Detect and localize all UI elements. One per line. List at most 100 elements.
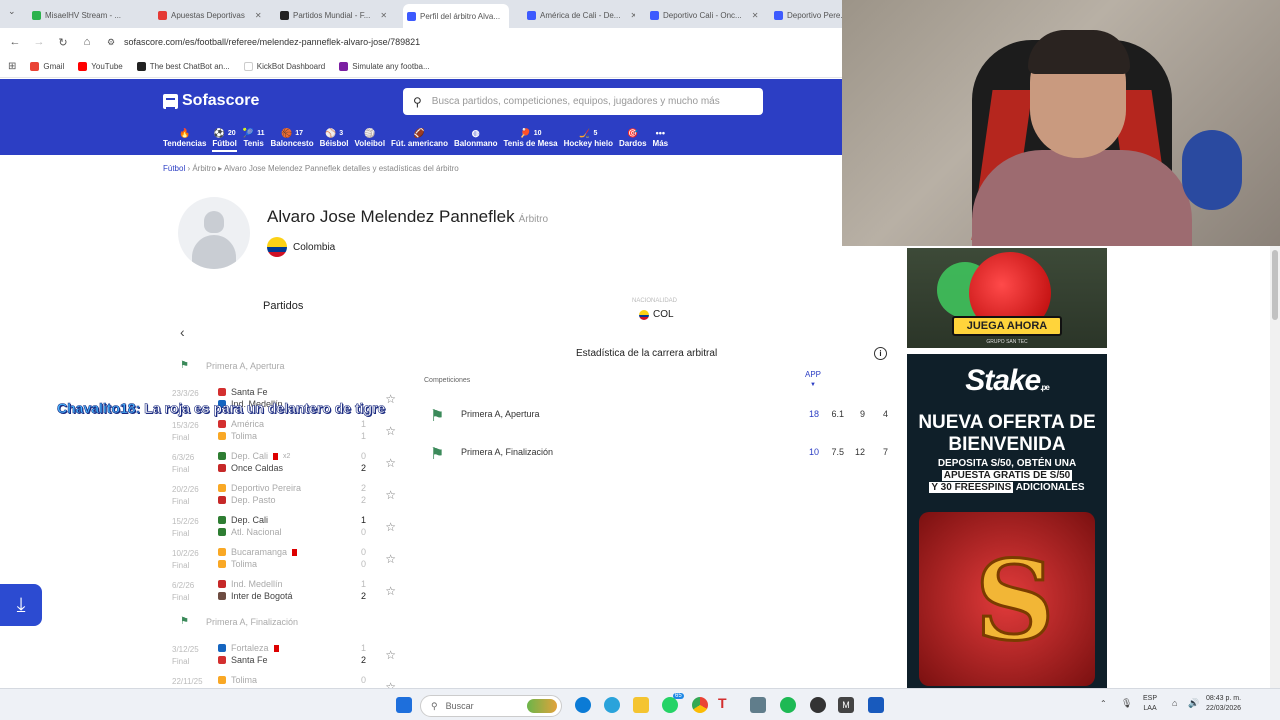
breadcrumb-futbol[interactable]: Fútbol: [163, 164, 185, 173]
volume-icon[interactable]: 🔊: [1188, 698, 1199, 709]
favorite-star-icon[interactable]: ☆: [385, 520, 396, 534]
back-arrow-icon[interactable]: ←: [6, 33, 24, 51]
webcam-overlay: [842, 0, 1280, 246]
file-explorer-icon[interactable]: [633, 697, 649, 713]
chrome-icon[interactable]: [692, 697, 708, 713]
match-row[interactable]: 15/2/26 Final Dep. Cali Atl. Nacional 10 …: [166, 514, 396, 546]
referee-country[interactable]: Colombia: [267, 237, 335, 257]
breadcrumb-arbitro[interactable]: Árbitro: [192, 164, 216, 173]
whatsapp-icon[interactable]: [662, 697, 678, 713]
reload-icon[interactable]: ↻: [54, 33, 72, 51]
favorite-star-icon[interactable]: ☆: [385, 648, 396, 662]
team-crest-icon: [218, 516, 226, 524]
sport-tab-hockey-hielo[interactable]: 🏒 5 Hockey hielo: [561, 127, 616, 149]
tab-close-icon[interactable]: ✕: [380, 11, 387, 20]
team-crest-icon: [218, 464, 226, 472]
bookmark-simulate[interactable]: Simulate any footba...: [339, 62, 430, 71]
favorite-star-icon[interactable]: ☆: [385, 552, 396, 566]
sport-tab-tenis-de-mesa[interactable]: 🏓 10 Tenis de Mesa: [501, 127, 561, 149]
forward-arrow-icon[interactable]: →: [30, 33, 48, 51]
match-row[interactable]: 6/2/26 Final Ind. Medellín Inter de Bogot…: [166, 578, 396, 610]
sport-tab-voleibol[interactable]: 🏐 Voleibol: [352, 127, 389, 149]
taskbar-search[interactable]: ⚲ Buscar: [420, 695, 562, 717]
league-logo-icon: ⚑: [180, 616, 189, 627]
calculator-icon[interactable]: [750, 697, 766, 713]
spotify-icon[interactable]: [780, 697, 796, 713]
browser-tab-active[interactable]: Perfil del árbitro Alva...✕: [403, 4, 509, 28]
favorite-star-icon[interactable]: ☆: [385, 584, 396, 598]
tab-close-icon[interactable]: ✕: [752, 11, 759, 20]
browser-tab[interactable]: Partidos Mundial - F... ✕: [280, 6, 388, 24]
sport-tab-balonmano[interactable]: ◍ Balonmano: [451, 127, 501, 149]
url-field[interactable]: sofascore.com/es/football/referee/melend…: [124, 37, 420, 47]
network-icon[interactable]: ⌂: [1172, 698, 1177, 708]
scrollbar-thumb[interactable]: [1272, 250, 1278, 320]
language-indicator[interactable]: ESP LAA: [1143, 694, 1157, 714]
obs-icon[interactable]: [810, 697, 826, 713]
edge-icon[interactable]: [575, 697, 591, 713]
download-button[interactable]: ⤓: [0, 584, 42, 626]
sport-tab-baloncesto[interactable]: 🏀 17 Baloncesto: [267, 127, 316, 149]
competition-header[interactable]: ⚑ Primera A, Apertura: [180, 360, 285, 372]
search-box[interactable]: ⚲ Busca partidos, competiciones, equipos…: [403, 88, 763, 115]
match-row[interactable]: 6/3/26 Final Dep. Cali x2 Once Caldas 0 2 ☆: [166, 450, 396, 482]
sport-tab-mas[interactable]: ••• Más: [650, 127, 672, 148]
favorite-star-icon[interactable]: ☆: [385, 456, 396, 470]
bookmark-chatbot[interactable]: The best ChatBot an...: [136, 62, 230, 71]
browser-tab[interactable]: Deportivo Pere...: [774, 6, 842, 24]
home-icon[interactable]: ⌂: [78, 33, 96, 51]
tray-chevron-icon[interactable]: ⌃: [1100, 699, 1107, 708]
browser-tab[interactable]: Apuestas Deportivas ✕: [158, 6, 266, 24]
sport-tab-tenis[interactable]: 🎾 11 Tenis: [240, 127, 268, 149]
sport-tab-futbol[interactable]: ⚽ 20 Fútbol: [209, 127, 239, 152]
favorite-star-icon[interactable]: ☆: [385, 424, 396, 438]
favorite-star-icon[interactable]: ☆: [385, 680, 396, 688]
apps-grid-icon[interactable]: ⊞: [8, 61, 16, 72]
ad-body-highlight: APUESTA GRATIS DE S/50: [941, 470, 1073, 481]
tab-close-icon[interactable]: ✕: [255, 11, 262, 20]
browser-tab[interactable]: MisaelHV Stream - ...: [32, 6, 142, 24]
match-row[interactable]: 10/2/26 Final Bucaramanga Tolima 0 0 ☆: [166, 546, 396, 578]
bookmark-youtube[interactable]: YouTube: [78, 62, 123, 71]
ad-banner-stake[interactable]: Stake.pe NUEVA OFERTA DE BIENVENIDA DEPO…: [907, 354, 1107, 688]
sport-tab-tendencias[interactable]: 🔥 Tendencias: [160, 127, 209, 149]
word-icon[interactable]: [868, 697, 884, 713]
match-row[interactable]: 3/12/25 Final Fortaleza Santa Fe 1 2 ☆: [166, 642, 396, 674]
sofascore-logo-icon: [163, 93, 178, 109]
microphone-icon[interactable]: 🎙: [1121, 698, 1132, 709]
match-row[interactable]: 22/11/25 Tolima 0 ☆: [166, 674, 396, 688]
windows-start-icon[interactable]: [396, 697, 412, 713]
soccer-ball-icon: ⚽: [213, 127, 225, 138]
telegram-icon[interactable]: [604, 697, 620, 713]
app-m-icon[interactable]: M: [838, 697, 854, 713]
browser-tab[interactable]: Deportivo Cali - Onc... ✕: [650, 6, 768, 24]
vertical-scrollbar[interactable]: [1270, 246, 1280, 688]
favorite-star-icon[interactable]: ☆: [385, 488, 396, 502]
system-clock[interactable]: 08:43 p. m. 22/03/2026: [1206, 694, 1241, 714]
browser-tab[interactable]: América de Cali - De... ✕: [527, 6, 635, 24]
info-icon[interactable]: i: [874, 347, 887, 360]
play-now-button[interactable]: JUEGA AHORA: [952, 316, 1062, 336]
kickbot-icon: [243, 62, 253, 71]
bookmark-kickbot[interactable]: KickBot Dashboard: [243, 62, 325, 71]
text-editor-icon[interactable]: T: [718, 695, 734, 711]
sofascore-logo[interactable]: Sofascore: [163, 92, 259, 110]
match-row[interactable]: 20/2/26 Final Deportivo Pereira Dep. Past…: [166, 482, 396, 514]
sport-tab-futbol-americano[interactable]: 🏈 Fút. americano: [388, 127, 451, 149]
previous-page-chevron-icon[interactable]: ‹: [180, 324, 185, 340]
ad-banner-casino[interactable]: JUEGA AHORA GRUPO SAN TEC: [907, 248, 1107, 348]
sport-tab-beisbol[interactable]: ⚾ 3 Béisbol: [317, 127, 352, 149]
site-info-icon[interactable]: ⚙: [102, 33, 120, 51]
match-row[interactable]: 15/3/26 Final América Tolima 1 1 ☆: [166, 418, 396, 450]
sport-label: Balonmano: [453, 139, 498, 148]
favorite-star-icon[interactable]: ☆: [385, 392, 396, 406]
colombia-flag-icon: [639, 309, 649, 320]
sport-tab-dardos[interactable]: 🎯 Dardos: [616, 127, 650, 149]
competition-header[interactable]: ⚑ Primera A, Finalización: [180, 616, 298, 628]
tab-menu-icon[interactable]: ⌄: [8, 6, 16, 17]
app-column-header[interactable]: APP ▼: [805, 370, 821, 388]
tab-close-icon[interactable]: ✕: [630, 11, 635, 20]
bookmark-gmail[interactable]: Gmail: [30, 62, 64, 71]
career-stat-row[interactable]: ⚑ Primera A, Apertura 18 6.1 9 4: [428, 398, 890, 434]
career-stat-row[interactable]: ⚑ Primera A, Finalización 10 7.5 12 7: [428, 436, 890, 472]
